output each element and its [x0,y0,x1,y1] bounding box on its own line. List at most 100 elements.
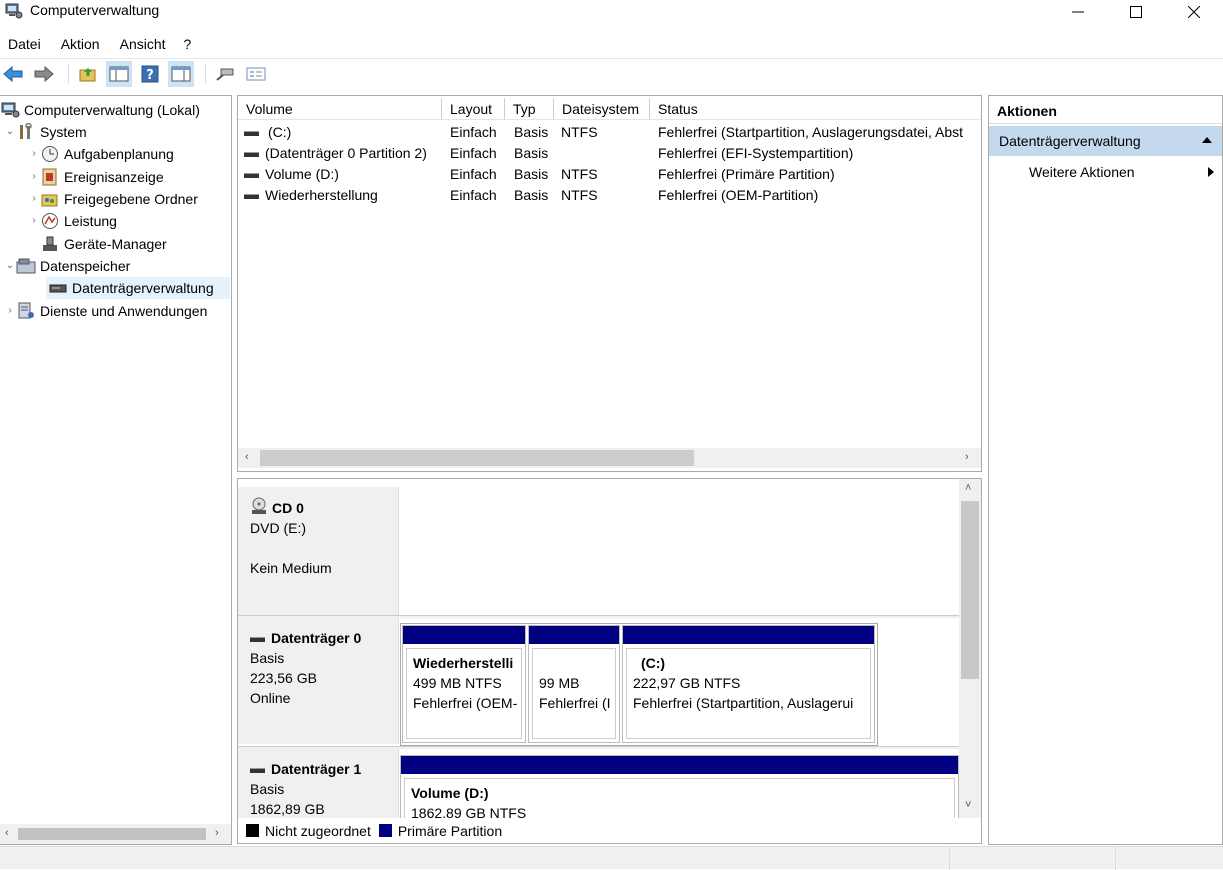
disk-label-disk1[interactable]: Datenträger 1 Basis 1862,89 GB [238,749,399,818]
computer-management-icon [5,3,23,19]
tree-item-datentraegerverwaltung[interactable]: Datenträgerverwaltung [46,277,230,299]
menu-aktion[interactable]: Aktion [49,34,108,54]
show-hide-action-pane-button[interactable] [168,60,194,87]
status-cell: Fehlerfrei (Primäre Partition) [658,166,835,182]
filesystem-cell: NTFS [561,124,598,140]
back-arrow-icon [3,65,23,82]
volume-list: Volume Layout Typ Dateisystem Status (C:… [237,95,982,472]
help-button[interactable]: ? [137,61,163,87]
minimize-button[interactable] [1049,0,1107,24]
svg-text:?: ? [146,68,154,83]
scrollbar-thumb[interactable] [260,450,694,466]
chevron-right-icon[interactable]: › [28,210,40,232]
chevron-down-icon[interactable]: ⌄ [4,255,16,277]
title-bar: Computerverwaltung [0,0,1223,30]
services-icon [18,302,34,319]
chevron-right-icon[interactable]: › [4,300,16,322]
column-header-volume[interactable]: Volume [238,98,442,120]
chevron-right-icon[interactable]: › [28,143,40,165]
partition-c[interactable]: (C:) 222,97 GB NTFS Fehlerfrei (Startpar… [622,625,875,743]
tree-item-datenspeicher[interactable]: ⌄ Datenspeicher [4,255,130,277]
forward-button[interactable] [31,61,57,87]
collapse-up-icon[interactable] [1202,137,1212,143]
disk-label-cd0[interactable]: CD 0 DVD (E:) Kein Medium [238,487,399,615]
disk-label-disk0[interactable]: Datenträger 0 Basis 223,56 GB Online [238,618,399,744]
tree-item-leistung[interactable]: › Leistung [28,210,117,232]
tree-horizontal-scrollbar[interactable]: ‹ › [0,824,231,844]
primary-partition-bar [401,756,958,774]
primary-partition-bar [529,626,619,644]
toolbar-separator [205,63,206,84]
column-header-status[interactable]: Status [650,98,981,120]
partition-status: Fehlerfrei (I [539,695,611,711]
tree-label: System [40,124,87,140]
tree-label: Computerverwaltung (Lokal) [24,102,200,118]
tree-item-root[interactable]: Computerverwaltung (Lokal) [0,99,200,121]
menu-datei[interactable]: Datei [0,34,49,54]
partition-efi[interactable]: 99 MB Fehlerfrei (I [528,625,620,743]
partition-recovery[interactable]: Wiederherstelli 499 MB NTFS Fehlerfrei (… [402,625,526,743]
close-button[interactable] [1165,0,1223,24]
scroll-left-icon[interactable]: ‹ [5,827,9,839]
status-cell: Fehlerfrei (EFI-Systempartition) [658,145,854,161]
tree-item-freigegebene-ordner[interactable]: › Freigegebene Ordner [28,188,198,210]
volume-name: (C:) [268,124,292,140]
toolbar: ? [0,58,1223,88]
scroll-right-icon[interactable]: › [215,827,219,839]
volume-icon [244,193,259,199]
maximize-icon [1130,6,1142,18]
menu-bar: Datei Aktion Ansicht ? [0,34,199,54]
column-header-typ[interactable]: Typ [505,98,554,120]
primary-partition-bar [623,626,874,644]
scroll-up-icon[interactable]: ˄ [965,482,971,494]
scrollbar-thumb[interactable] [18,828,206,840]
partition-body: (C:) 222,97 GB NTFS Fehlerfrei (Startpar… [626,648,871,739]
tools-icon [20,123,32,139]
table-row[interactable]: Volume (D:) Einfach Basis NTFS Fehlerfre… [238,164,981,185]
partition-d[interactable]: Volume (D:) 1862,89 GB NTFS [400,755,959,818]
tree-item-aufgabenplanung[interactable]: › Aufgabenplanung [28,143,174,165]
table-row[interactable]: (Datenträger 0 Partition 2) Einfach Basi… [238,143,981,164]
clock-icon [42,146,58,162]
primary-partition-bar [403,626,525,644]
table-row[interactable]: (C:) Einfach Basis NTFS Fehlerfrei (Star… [238,122,981,143]
tree-label: Ereignisanzeige [64,169,164,185]
partition-body: Wiederherstelli 499 MB NTFS Fehlerfrei (… [406,648,522,739]
layout-cell: Einfach [450,145,497,161]
tree-item-ereignisanzeige[interactable]: › Ereignisanzeige [28,166,164,188]
tree-item-dienste[interactable]: › Dienste und Anwendungen [4,300,207,322]
up-one-level-button[interactable] [75,61,101,87]
console-tree: Computerverwaltung (Lokal) ⌄ System › Au… [0,95,232,845]
scroll-right-icon[interactable]: › [965,451,969,463]
volume-icon [244,151,259,157]
connect-button[interactable] [212,61,238,87]
back-button[interactable] [0,61,26,87]
tree-item-system[interactable]: ⌄ System [4,121,87,143]
disk-name-text: Datenträger 0 [271,630,362,646]
event-viewer-icon [42,168,57,186]
scroll-down-icon[interactable]: ˅ [965,799,971,811]
volume-list-horizontal-scrollbar[interactable]: ‹ › [238,448,981,468]
scroll-left-icon[interactable]: ‹ [245,451,249,463]
chevron-down-icon[interactable]: ⌄ [4,121,16,143]
column-header-layout[interactable]: Layout [442,98,505,120]
action-weitere-aktionen[interactable]: Weitere Aktionen [1029,160,1214,184]
partition-name: Volume (D:) [411,785,489,801]
chevron-right-icon[interactable]: › [28,188,40,210]
scrollbar-thumb[interactable] [961,501,979,679]
disk-type: Basis [250,650,285,666]
volume-cell: (Datenträger 0 Partition 2) [244,143,440,164]
column-header-dateisystem[interactable]: Dateisystem [554,98,650,120]
maximize-button[interactable] [1107,0,1165,24]
chevron-right-icon[interactable]: › [28,166,40,188]
tree-item-geraete-manager[interactable]: Geräte-Manager [40,233,167,255]
properties-button[interactable] [243,61,269,87]
show-hide-tree-icon [109,66,129,81]
menu-help[interactable]: ? [174,34,200,54]
show-hide-console-tree-button[interactable] [106,60,132,87]
actions-section-datentraegerverwaltung[interactable]: Datenträgerverwaltung [989,126,1222,156]
computer-management-window: Computerverwaltung Datei Aktion Ansicht … [0,0,1223,870]
table-row[interactable]: Wiederherstellung Einfach Basis NTFS Feh… [238,185,981,206]
menu-ansicht[interactable]: Ansicht [108,34,174,54]
disk-view-vertical-scrollbar[interactable]: ˄ ˅ [959,479,981,818]
